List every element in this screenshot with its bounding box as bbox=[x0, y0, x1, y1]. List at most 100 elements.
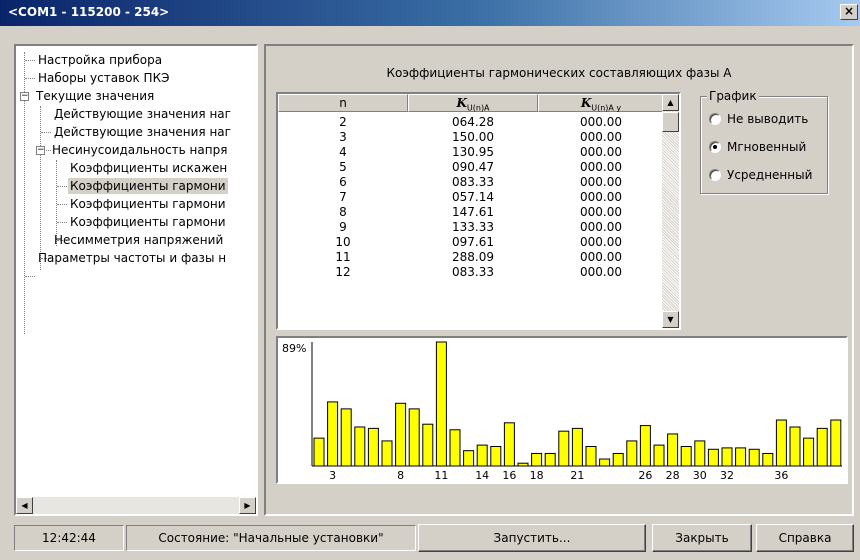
tree-item-rms-values-1[interactable]: Действующие значения наг bbox=[52, 106, 233, 122]
tree-item-rms-values-2[interactable]: Действующие значения наг bbox=[52, 124, 233, 140]
chart-bar bbox=[422, 423, 434, 467]
table-cell: 000.00 bbox=[580, 175, 622, 189]
x-tick-label: 36 bbox=[774, 469, 788, 482]
panel-title: Коэффициенты гармонических составляющих … bbox=[386, 66, 732, 80]
radio-button[interactable] bbox=[709, 169, 721, 181]
tree-item-distortion-coeffs[interactable]: Коэффициенты искажен bbox=[68, 160, 229, 176]
table-cell: 000.00 bbox=[580, 220, 622, 234]
table-cell: 8 bbox=[339, 205, 347, 219]
table-row[interactable]: 10 097.61 000.00 bbox=[278, 234, 664, 250]
chart-bar bbox=[463, 450, 475, 467]
radio-averaged[interactable]: Усредненный bbox=[709, 167, 812, 183]
table-row[interactable]: 3 150.00 000.00 bbox=[278, 129, 664, 145]
table-row[interactable]: 7 057.14 000.00 bbox=[278, 189, 664, 205]
tree-connector bbox=[57, 186, 67, 187]
tree-item-pke-setpoints[interactable]: Наборы уставок ПКЭ bbox=[36, 70, 171, 86]
scroll-down-icon[interactable]: ▼ bbox=[662, 311, 679, 328]
chart-bar bbox=[327, 401, 339, 467]
chart-bar bbox=[395, 402, 407, 467]
chart-bar bbox=[558, 430, 570, 467]
column-header-ku-n-a[interactable]: KU(n)A bbox=[408, 94, 538, 112]
close-window-button[interactable]: × bbox=[840, 4, 858, 20]
table-row[interactable]: 2 064.28 000.00 bbox=[278, 114, 664, 130]
graph-mode-group: График Не выводить Мгновенный Усредненны… bbox=[700, 89, 828, 194]
table-row[interactable]: 11 288.09 000.00 bbox=[278, 249, 664, 265]
tree-item-voltage-asymmetry[interactable]: Несимметрия напряжений bbox=[52, 232, 225, 248]
chart-bar bbox=[789, 426, 801, 467]
navigation-tree[interactable]: − − Настройка прибора Наборы уставок ПКЭ… bbox=[14, 44, 258, 516]
chart-bar bbox=[476, 444, 488, 467]
table-row[interactable]: 9 133.33 000.00 bbox=[278, 219, 664, 235]
tree-item-harmonic-coeffs-a[interactable]: Коэффициенты гармони bbox=[68, 178, 228, 194]
collapse-icon[interactable]: − bbox=[36, 146, 45, 155]
chart-bar bbox=[408, 408, 420, 467]
chart-bar bbox=[544, 452, 556, 467]
table-row[interactable]: 4 130.95 000.00 bbox=[278, 144, 664, 160]
radio-instant[interactable]: Мгновенный bbox=[709, 139, 806, 155]
scroll-thumb[interactable] bbox=[662, 112, 679, 132]
tree-item-nonsinusoidality[interactable]: Несинусоидальность напря bbox=[50, 142, 229, 158]
column-header-ku-n-a-avg[interactable]: KU(n)A у bbox=[538, 94, 664, 112]
tree-item-current-values[interactable]: Текущие значения bbox=[34, 88, 156, 104]
scroll-up-icon[interactable]: ▲ bbox=[662, 94, 679, 111]
collapse-icon[interactable]: − bbox=[20, 92, 29, 101]
table-row[interactable]: 6 083.33 000.00 bbox=[278, 174, 664, 190]
column-header-n[interactable]: n bbox=[278, 94, 408, 112]
close-button[interactable]: Закрыть bbox=[652, 524, 752, 552]
chart-bar bbox=[599, 458, 611, 467]
harmonics-table[interactable]: n KU(n)A KU(n)A у 2 064.28 000.00 3 150.00 00… bbox=[276, 92, 681, 330]
table-cell: 000.00 bbox=[580, 115, 622, 129]
table-cell: 000.00 bbox=[580, 205, 622, 219]
table-cell: 133.33 bbox=[452, 220, 494, 234]
chart-bar bbox=[748, 448, 760, 467]
chart-bar bbox=[639, 425, 651, 467]
chart-bar bbox=[354, 426, 366, 467]
chart-bar bbox=[626, 440, 638, 467]
table-row[interactable]: 12 083.33 000.00 bbox=[278, 264, 664, 280]
radio-button[interactable] bbox=[709, 141, 721, 153]
x-tick-label: 26 bbox=[638, 469, 652, 482]
table-cell: 147.61 bbox=[452, 205, 494, 219]
chart-bar bbox=[721, 447, 733, 467]
app-window: <COM1 - 115200 - 254> × − − Настройка пр… bbox=[0, 0, 860, 560]
tree-item-harmonic-coeffs-b[interactable]: Коэффициенты гармони bbox=[68, 196, 228, 212]
table-cell: 7 bbox=[339, 190, 347, 204]
chart-max-label: 89% bbox=[282, 342, 307, 355]
tree-connector bbox=[40, 106, 41, 270]
table-cell: 12 bbox=[335, 265, 351, 279]
radio-no-output[interactable]: Не выводить bbox=[709, 111, 808, 127]
table-header: n KU(n)A KU(n)A у bbox=[278, 94, 664, 112]
table-cell: 083.33 bbox=[452, 265, 494, 279]
table-row[interactable]: 5 090.47 000.00 bbox=[278, 159, 664, 175]
chart-bar bbox=[531, 452, 543, 467]
chart-bar bbox=[367, 427, 379, 467]
table-row[interactable]: 8 147.61 000.00 bbox=[278, 204, 664, 220]
tree-horizontal-scrollbar[interactable]: ◀ ▶ bbox=[16, 497, 256, 514]
table-cell: 130.95 bbox=[452, 145, 494, 159]
radio-button[interactable] bbox=[709, 113, 721, 125]
scroll-left-icon[interactable]: ◀ bbox=[16, 497, 33, 514]
help-button[interactable]: Справка bbox=[756, 524, 854, 552]
tree-item-harmonic-coeffs-c[interactable]: Коэффициенты гармони bbox=[68, 214, 228, 230]
table-vertical-scrollbar[interactable]: ▲ ▼ bbox=[662, 94, 679, 328]
chart-bar bbox=[435, 341, 447, 467]
status-state: Состояние: "Начальные установки" bbox=[126, 525, 416, 551]
x-tick-label: 14 bbox=[475, 469, 489, 482]
chart-bar bbox=[667, 433, 679, 467]
table-cell: 11 bbox=[335, 250, 351, 264]
scroll-right-icon[interactable]: ▶ bbox=[239, 497, 256, 514]
chart-bar bbox=[830, 419, 842, 467]
table-cell: 2 bbox=[339, 115, 347, 129]
tree-item-frequency-phase[interactable]: Параметры частоты и фазы н bbox=[36, 250, 228, 266]
run-button[interactable]: Запустить... bbox=[418, 524, 646, 552]
x-tick-label: 8 bbox=[397, 469, 404, 482]
chart-bar bbox=[585, 445, 597, 467]
x-tick-label: 18 bbox=[530, 469, 544, 482]
chart-bar bbox=[571, 427, 583, 467]
tree-connector bbox=[57, 204, 67, 205]
title-bar[interactable]: <COM1 - 115200 - 254> × bbox=[0, 0, 860, 26]
table-cell: 6 bbox=[339, 175, 347, 189]
tree-item-device-settings[interactable]: Настройка прибора bbox=[36, 52, 164, 68]
table-cell: 10 bbox=[335, 235, 351, 249]
table-cell: 097.61 bbox=[452, 235, 494, 249]
